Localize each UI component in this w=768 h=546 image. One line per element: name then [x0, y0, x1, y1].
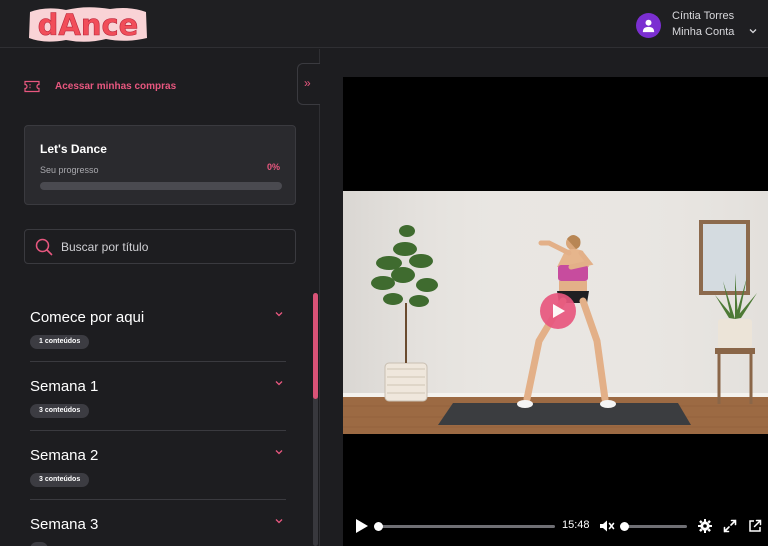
- chevron-down-icon[interactable]: [274, 447, 284, 457]
- volume-slider[interactable]: [620, 522, 687, 531]
- video-player[interactable]: 15:48: [343, 77, 768, 546]
- seek-handle[interactable]: [374, 522, 383, 531]
- module-list: Comece por aqui 1 conteúdos Semana 1 3 cont…: [30, 293, 286, 546]
- module-item[interactable]: Semana 2 3 conteúdos: [30, 431, 286, 500]
- content-count-badge: 3 conteúdos: [30, 473, 90, 487]
- module-title: Semana 1: [30, 378, 99, 395]
- progress-label: Seu progresso: [40, 165, 99, 175]
- content-count-badge: 3 conteúdos: [30, 404, 90, 418]
- course-sidebar: Acessar minhas compras Let's Dance Seu p…: [0, 49, 320, 546]
- module-title: Semana 3: [30, 516, 99, 533]
- collapse-sidebar-button[interactable]: »: [297, 63, 320, 105]
- fullscreen-icon[interactable]: [723, 519, 737, 533]
- play-icon: [553, 304, 565, 318]
- module-item[interactable]: Semana 1 3 conteúdos: [30, 362, 286, 431]
- user-icon: [642, 19, 655, 33]
- chevron-down-icon[interactable]: [748, 26, 758, 36]
- module-title: Comece por aqui: [30, 309, 145, 326]
- content-count-badge: 1 conteúdos: [30, 335, 90, 349]
- volume-muted-icon[interactable]: [599, 519, 615, 533]
- big-play-button[interactable]: [540, 293, 576, 329]
- course-title: Let's Dance: [40, 142, 107, 156]
- chevron-down-icon[interactable]: [274, 516, 284, 526]
- module-item[interactable]: Comece por aqui 1 conteúdos: [30, 293, 286, 362]
- top-header: dAnce Cíntia Torres Minha Conta: [0, 0, 768, 48]
- module-title: Semana 2: [30, 447, 99, 464]
- chevron-double-right-icon: »: [304, 76, 311, 90]
- account-link[interactable]: Minha Conta: [672, 26, 734, 38]
- access-purchases-link[interactable]: Acessar minhas compras: [24, 79, 284, 97]
- sidebar-scrollbar[interactable]: [313, 293, 318, 546]
- access-purchases-label: Acessar minhas compras: [55, 81, 177, 92]
- ticket-icon: [24, 80, 40, 93]
- chevron-down-icon[interactable]: [274, 309, 284, 319]
- avatar[interactable]: [636, 13, 661, 38]
- brand-logo[interactable]: dAnce: [26, 4, 150, 44]
- progress-card: Let's Dance Seu progresso 0%: [24, 125, 296, 205]
- time-remaining: 15:48: [562, 519, 590, 531]
- user-menu[interactable]: Cíntia Torres Minha Conta: [636, 9, 762, 41]
- progress-percent: 0%: [266, 162, 280, 172]
- volume-handle[interactable]: [620, 522, 629, 531]
- play-button[interactable]: [355, 518, 369, 534]
- brand-logo-text: dAnce: [38, 8, 139, 42]
- module-item[interactable]: Semana 3: [30, 500, 286, 546]
- chevron-down-icon[interactable]: [274, 378, 284, 388]
- seek-bar[interactable]: [374, 522, 555, 531]
- progress-bar: [40, 182, 282, 190]
- sidebar-scrollbar-thumb[interactable]: [313, 293, 318, 399]
- player-controls: 15:48: [343, 515, 768, 537]
- user-name: Cíntia Torres: [672, 10, 735, 22]
- search-box[interactable]: [24, 229, 296, 264]
- gear-icon[interactable]: [698, 519, 712, 533]
- search-input[interactable]: [61, 238, 281, 256]
- search-icon: [35, 238, 53, 256]
- external-link-icon[interactable]: [748, 519, 762, 533]
- content-count-badge: [30, 542, 48, 546]
